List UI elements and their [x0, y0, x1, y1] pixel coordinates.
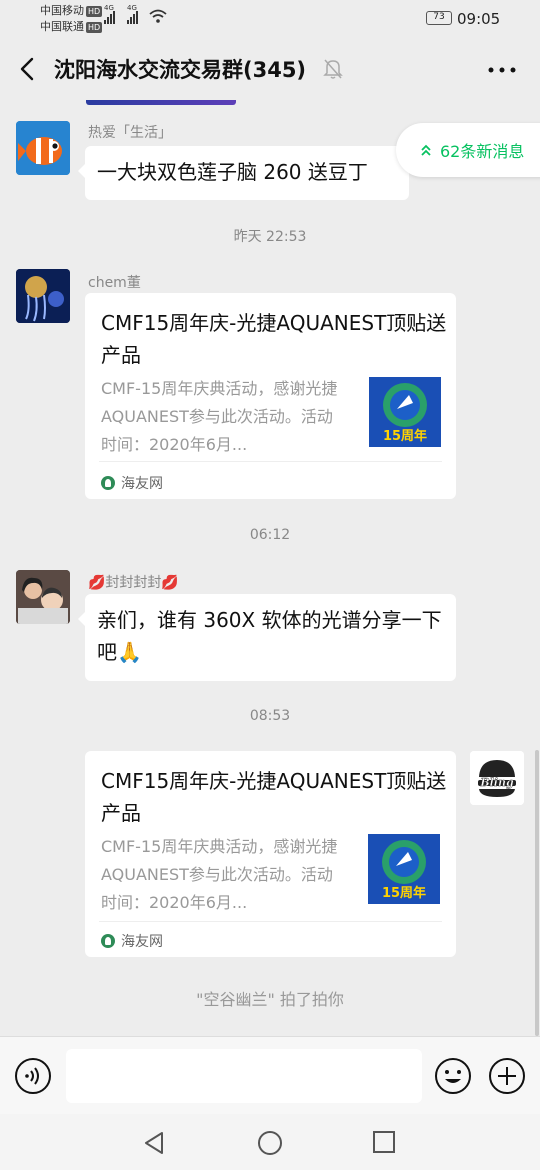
card-thumbnail: 15周年: [369, 377, 441, 447]
back-button[interactable]: [14, 54, 42, 84]
avatar[interactable]: [16, 121, 70, 175]
svg-text:15周年: 15周年: [382, 885, 426, 901]
card-thumbnail: 15周年: [368, 834, 440, 904]
chat-header: 沈阳海水交流交易群(345): [0, 38, 540, 100]
nav-back-icon[interactable]: [142, 1130, 166, 1156]
status-bar: 中国移动 HD 中国联通 HD 4G 4G 73 09:05: [0, 0, 540, 38]
svg-text:Bling: Bling: [479, 776, 514, 789]
signal-icon: [104, 10, 115, 24]
family-photo-avatar-icon: [16, 570, 70, 624]
new-messages-button[interactable]: 62条新消息: [396, 123, 540, 177]
link-card[interactable]: CMF15周年庆-光捷AQUANEST顶贴送产品 CMF-15周年庆典活动，感谢…: [85, 751, 456, 957]
avatar[interactable]: [16, 570, 70, 624]
mute-icon: [323, 59, 343, 79]
avatar[interactable]: [16, 269, 70, 323]
card-description: CMF-15周年庆典活动，感谢光捷AQUANEST参与此次活动。活动时间：202…: [101, 837, 338, 912]
chat-area[interactable]: 热爱「生活」 一大块双色莲子脑 260 送豆丁 62条新消息 昨天 22:53 …: [0, 100, 540, 1036]
emoji-button[interactable]: [434, 1057, 472, 1095]
input-bar: [0, 1036, 540, 1114]
site-logo-icon: [101, 934, 115, 948]
battery-icon: 73: [426, 11, 452, 25]
message-input[interactable]: [66, 1049, 422, 1103]
carrier-1: 中国移动 HD: [40, 4, 103, 17]
site-logo-icon: [101, 476, 115, 490]
self-avatar[interactable]: Bling: [470, 751, 524, 805]
message-bubble[interactable]: 亲们，谁有 360X 软体的光谱分享一下吧🙏: [78, 594, 456, 681]
chat-title: 沈阳海水交流交易群(345): [54, 58, 307, 82]
card-title: CMF15周年庆-光捷AQUANEST顶贴送产品: [101, 769, 447, 825]
nav-recent-icon[interactable]: [372, 1130, 396, 1154]
voice-icon: [15, 1058, 51, 1094]
burger-logo-icon: Bling: [470, 751, 524, 805]
plus-icon: [489, 1058, 525, 1094]
timestamp: 昨天 22:53: [233, 229, 307, 245]
more-button[interactable]: [486, 60, 518, 80]
sender-name: 热爱「生活」: [88, 125, 172, 141]
pat-notification: "空谷幽兰" 拍了拍你: [196, 990, 344, 1009]
more-icon: [488, 67, 516, 73]
sender-name: chem董: [88, 275, 141, 291]
more-functions-button[interactable]: [488, 1057, 526, 1095]
signal-icons: 4G 4G: [104, 4, 168, 24]
carrier-2: 中国联通 HD: [40, 20, 103, 33]
svg-text:15周年: 15周年: [383, 428, 427, 444]
status-time: 09:05: [457, 10, 501, 28]
card-description: CMF-15周年庆典活动，感谢光捷AQUANEST参与此次活动。活动时间：202…: [101, 379, 338, 454]
scrollbar[interactable]: [535, 750, 539, 1036]
back-icon: [20, 57, 34, 81]
double-chevron-up-icon: [421, 144, 431, 156]
jellyfish-avatar-icon: [16, 269, 70, 323]
emoji-icon: [435, 1058, 471, 1094]
card-source: 海友网: [101, 931, 163, 951]
timestamp: 08:53: [249, 708, 291, 724]
timestamp: 06:12: [249, 527, 291, 543]
voice-button[interactable]: [14, 1057, 52, 1095]
card-source: 海友网: [101, 473, 163, 493]
system-nav-bar: [0, 1114, 540, 1170]
nav-home-icon[interactable]: [256, 1129, 284, 1157]
card-title: CMF15周年庆-光捷AQUANEST顶贴送产品: [101, 311, 447, 367]
previous-message-image[interactable]: [86, 100, 236, 105]
link-card[interactable]: CMF15周年庆-光捷AQUANEST顶贴送产品 CMF-15周年庆典活动，感谢…: [85, 293, 456, 499]
clownfish-avatar-icon: [16, 121, 70, 175]
sender-name: 💋封封封封💋: [88, 575, 179, 591]
message-bubble[interactable]: 一大块双色莲子脑 260 送豆丁: [78, 146, 409, 200]
wifi-icon: [149, 9, 167, 23]
signal-icon: [127, 10, 138, 24]
